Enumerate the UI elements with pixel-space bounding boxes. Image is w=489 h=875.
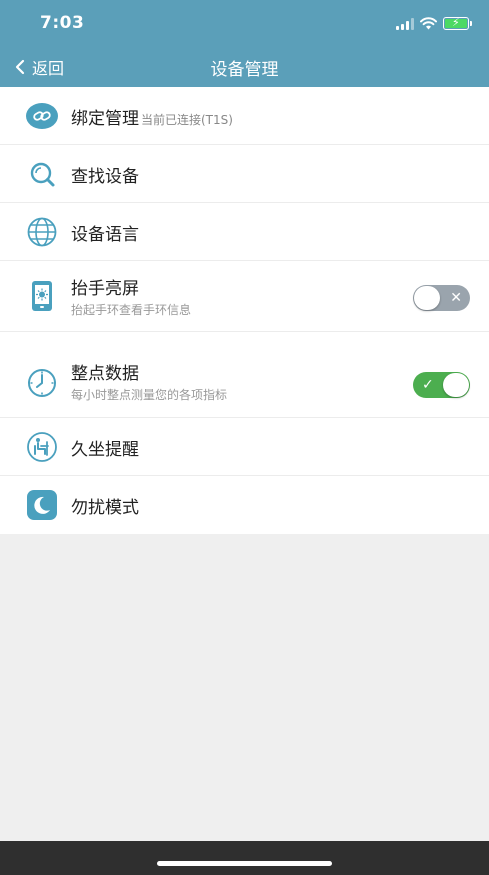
clock-icon xyxy=(26,367,58,399)
home-bar xyxy=(0,841,489,875)
item-label: 勿扰模式 xyxy=(71,498,139,518)
list-item-sedentary-reminder[interactable]: 久坐提醒 xyxy=(0,418,489,476)
moon-icon xyxy=(26,489,58,521)
hourly-data-toggle[interactable]: ✓ xyxy=(413,372,470,398)
sedentary-icon xyxy=(26,431,58,463)
item-label: 查找设备 xyxy=(71,167,139,187)
item-label: 久坐提醒 xyxy=(71,440,139,460)
list-item-find-device[interactable]: 查找设备 xyxy=(0,145,489,203)
home-indicator[interactable] xyxy=(157,861,332,866)
search-icon xyxy=(26,158,58,190)
wifi-icon xyxy=(420,17,437,30)
globe-icon xyxy=(26,216,58,248)
list-item-bind-management[interactable]: 绑定管理 当前已连接(T1S) xyxy=(0,87,489,145)
raise-wrist-icon xyxy=(26,280,58,312)
status-icons: ⚡ xyxy=(396,16,472,30)
close-icon: ✕ xyxy=(450,290,462,306)
cellular-signal-icon xyxy=(396,17,414,30)
raise-to-wake-toggle[interactable]: ✕ xyxy=(413,285,470,311)
item-label: 整点数据 xyxy=(71,364,139,384)
item-description: 抬起手环查看手环信息 xyxy=(71,303,192,317)
status-time: 7:03 xyxy=(40,13,85,33)
page-title: 设备管理 xyxy=(210,60,279,80)
list-item-device-language[interactable]: 设备语言 xyxy=(0,203,489,261)
battery-icon: ⚡ xyxy=(443,16,472,30)
list-item-hourly-data: 整点数据 每小时整点测量您的各项指标 ✓ xyxy=(0,332,489,418)
list-item-do-not-disturb[interactable]: 勿扰模式 xyxy=(0,476,489,534)
item-description: 每小时整点测量您的各项指标 xyxy=(71,388,228,402)
link-icon xyxy=(26,100,58,132)
app-header: 7:03 ⚡ 返回 设备管理 xyxy=(0,0,489,87)
item-label: 抬手亮屏 xyxy=(71,279,139,299)
connection-status: 当前已连接(T1S) xyxy=(141,113,233,127)
settings-list: 绑定管理 当前已连接(T1S) 查找设备 设备语言 抬手亮屏 抬起手环查看手环信… xyxy=(0,87,489,534)
check-icon: ✓ xyxy=(422,377,434,393)
item-label: 设备语言 xyxy=(71,225,139,245)
list-item-raise-to-wake: 抬手亮屏 抬起手环查看手环信息 ✕ xyxy=(0,261,489,332)
item-label: 绑定管理 xyxy=(71,109,139,129)
